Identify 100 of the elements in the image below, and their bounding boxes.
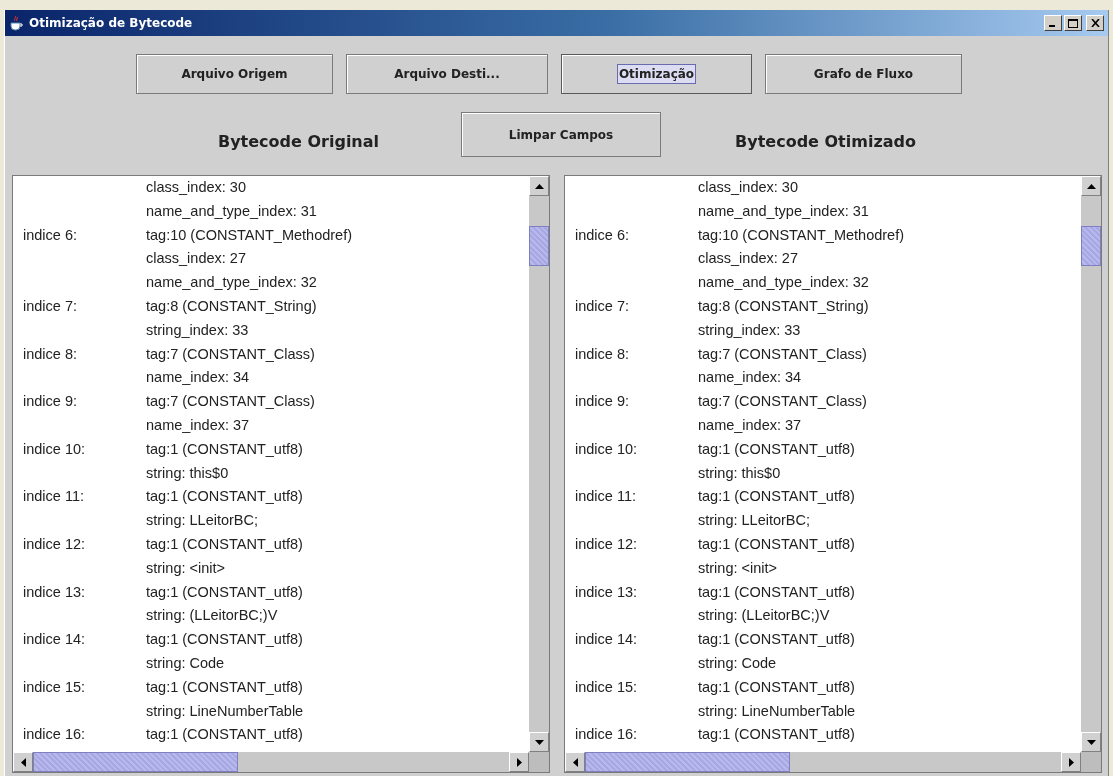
scrollbar-corner [529, 752, 549, 772]
entry-index: indice 12: [22, 534, 87, 554]
entry-index: indice 8: [22, 344, 78, 364]
entry-value: string: this$0 [698, 463, 781, 483]
entry-value: string: (LLeitorBC;)V [698, 606, 830, 626]
scroll-up-button[interactable] [529, 176, 549, 196]
scroll-thumb[interactable] [529, 226, 549, 266]
panel-heading: Bytecode Otimizado [735, 132, 916, 151]
entry-index: indice 9: [574, 392, 630, 412]
right-triangle-icon [516, 757, 522, 767]
clear-button[interactable]: Limpar Campos [461, 112, 661, 157]
entry-index: indice 9: [22, 392, 78, 412]
entry-index: indice 15: [22, 677, 87, 697]
entry-index: indice 10: [574, 439, 639, 459]
down-triangle-icon [1086, 739, 1096, 745]
entry-value: name_and_type_index: 32 [146, 273, 317, 293]
entry-index: indice 13: [22, 582, 87, 602]
entry-value: tag:10 (CONSTANT_Methodref) [146, 225, 353, 245]
entry-value: tag:8 (CONSTANT_String) [146, 297, 317, 316]
scroll-thumb[interactable] [33, 752, 238, 772]
entry-value: string_index: 33 [698, 320, 801, 340]
entry-value: class_index: 30 [146, 178, 246, 197]
entry-index: indice 14: [22, 630, 87, 650]
entry-index: indice 7: [574, 297, 630, 316]
left-triangle-icon [20, 757, 26, 767]
horizontal-scrollbar[interactable] [13, 752, 529, 772]
entry-value: name_and_type_index: 31 [698, 201, 869, 221]
down-triangle-icon [534, 739, 544, 745]
entry-index: indice 14: [574, 630, 639, 650]
entry-value: class_index: 27 [698, 249, 798, 269]
entry-value: name_index: 34 [146, 368, 250, 388]
entry-index: indice 16: [22, 725, 87, 745]
entry-value: tag:8 (CONSTANT_String) [698, 297, 869, 316]
toolbar-button[interactable]: Otimização [561, 54, 752, 94]
up-triangle-icon [534, 183, 544, 189]
scroll-left-button[interactable] [565, 752, 585, 772]
entry-value: string: LineNumberTable [146, 701, 304, 721]
entry-index: indice 10: [22, 439, 87, 459]
entry-value: string: Code [146, 653, 225, 673]
entry-index: indice 13: [574, 582, 639, 602]
entry-value: string: LLeitorBC; [146, 511, 259, 531]
entry-index: indice 8: [574, 344, 630, 364]
entry-value: tag:1 (CONSTANT_utf8) [146, 630, 303, 650]
entry-index: indice 6: [22, 225, 78, 245]
entry-value: string_index: 33 [146, 320, 249, 340]
entry-value: tag:1 (CONSTANT_utf8) [146, 582, 303, 602]
entry-value: name_and_type_index: 32 [698, 273, 869, 293]
entry-value: string: Code [698, 653, 777, 673]
entry-index: indice 12: [574, 534, 639, 554]
entry-index: indice 7: [22, 297, 78, 316]
entry-value: tag:1 (CONSTANT_utf8) [146, 487, 303, 507]
entry-value: string: <init> [146, 558, 225, 578]
text-area[interactable] [564, 175, 1102, 773]
entry-index: indice 16: [574, 725, 639, 745]
entry-index: indice 6: [574, 225, 630, 245]
vertical-scrollbar[interactable] [1081, 176, 1101, 752]
toolbar-button[interactable]: Grafo de Fluxo [765, 54, 962, 94]
entry-value: tag:1 (CONSTANT_utf8) [698, 630, 855, 650]
entry-value: tag:1 (CONSTANT_utf8) [146, 725, 303, 745]
minimize-button[interactable] [1044, 15, 1062, 31]
scroll-up-button[interactable] [1081, 176, 1101, 196]
entry-index: indice 15: [574, 677, 639, 697]
entry-value: tag:1 (CONSTANT_utf8) [698, 582, 855, 602]
entry-value: class_index: 30 [698, 178, 798, 197]
toolbar-button[interactable]: Arquivo Desti... [346, 54, 548, 94]
toolbar-button[interactable]: Arquivo Origem [136, 54, 333, 94]
window-title: Otimização de Bytecode [29, 16, 194, 30]
entry-value: tag:1 (CONSTANT_utf8) [146, 534, 303, 554]
scroll-down-button[interactable] [1081, 732, 1101, 752]
entry-value: name_and_type_index: 31 [146, 201, 317, 221]
entry-value: string: this$0 [146, 463, 229, 483]
text-area[interactable] [12, 175, 550, 773]
left-triangle-icon [572, 757, 578, 767]
entry-value: name_index: 37 [146, 415, 250, 435]
entry-value: tag:10 (CONSTANT_Methodref) [698, 225, 905, 245]
entry-value: tag:1 (CONSTANT_utf8) [698, 534, 855, 554]
scroll-left-button[interactable] [13, 752, 33, 772]
entry-value: name_index: 34 [698, 368, 802, 388]
right-triangle-icon [1068, 757, 1074, 767]
vertical-scrollbar[interactable] [529, 176, 549, 752]
maximize-button[interactable] [1064, 15, 1082, 31]
entry-value: class_index: 27 [146, 249, 246, 269]
scroll-right-button[interactable] [509, 752, 529, 772]
scroll-down-button[interactable] [529, 732, 549, 752]
entry-value: name_index: 37 [698, 415, 802, 435]
entry-value: tag:7 (CONSTANT_Class) [698, 392, 867, 412]
entry-value: tag:1 (CONSTANT_utf8) [698, 677, 855, 697]
entry-value: tag:1 (CONSTANT_utf8) [698, 725, 855, 745]
entry-index: indice 11: [22, 487, 85, 507]
up-triangle-icon [1086, 183, 1096, 189]
coffee-cup-icon [9, 15, 23, 31]
scroll-thumb[interactable] [585, 752, 790, 772]
scroll-thumb[interactable] [1081, 226, 1101, 266]
entry-value: string: LineNumberTable [698, 701, 856, 721]
entry-value: tag:7 (CONSTANT_Class) [146, 344, 315, 364]
close-icon [1090, 19, 1100, 27]
horizontal-scrollbar[interactable] [565, 752, 1081, 772]
entry-value: tag:7 (CONSTANT_Class) [698, 344, 867, 364]
close-button[interactable] [1086, 15, 1104, 31]
scroll-right-button[interactable] [1061, 752, 1081, 772]
